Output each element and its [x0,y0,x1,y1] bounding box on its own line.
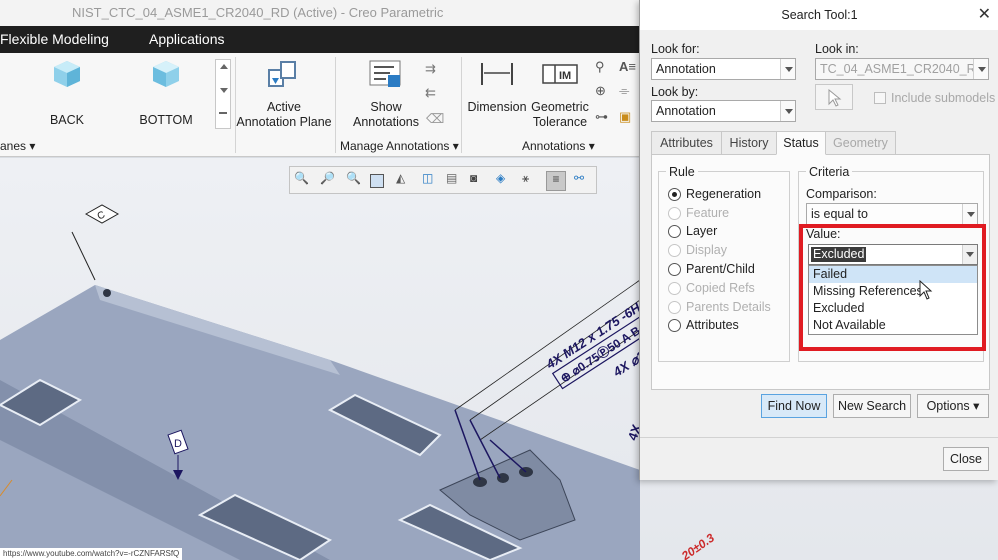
radio-button[interactable] [668,282,681,295]
include-submodels-checkbox[interactable] [874,92,886,104]
bottom-view-icon[interactable] [151,59,181,89]
display-style-icon[interactable]: ▤ [446,171,466,191]
leader-line [71,231,96,281]
include-submodels-label: Include submodels [891,91,996,105]
select-model-button[interactable] [815,84,853,110]
datum-d-label: D [174,438,182,450]
annotation-display-icon[interactable]: ≡ [546,171,566,191]
saved-views-icon[interactable]: ◫ [422,171,442,191]
dimension-icon[interactable] [479,61,515,87]
ribbon-divider [335,57,336,153]
refit-icon[interactable]: 🔍 [294,171,314,191]
planes-group-label[interactable]: anes ▾ [0,139,35,153]
bottom-view-label[interactable]: BOTTOM [138,113,194,128]
surface-finish-icon[interactable]: ⌯ [619,83,629,99]
radio-button[interactable] [668,263,681,276]
hole [103,289,111,297]
mouse-cursor-icon [919,280,933,300]
reorient-icon[interactable]: ◭ [396,171,416,191]
find-now-button[interactable]: Find Now [761,394,827,418]
chevron-up-icon[interactable] [220,64,228,69]
comparison-label: Comparison: [806,187,877,201]
annotation-plane-icon[interactable] [266,58,300,92]
chevron-down-icon[interactable] [780,59,795,79]
zoom-in-icon[interactable]: 🔎 [320,171,340,191]
geometric-tolerance-icon[interactable]: IM [541,61,579,87]
close-button[interactable]: Close [943,447,989,471]
active-annotation-plane-button[interactable]: Active Annotation Plane [236,100,332,130]
annotation-folder-icon[interactable]: ▣ [619,109,631,125]
tab-history[interactable]: History [721,131,777,155]
radio-button[interactable] [668,225,681,238]
datum-target-icon[interactable]: ⊶ [595,109,608,125]
look-by-dropdown[interactable]: Annotation [651,100,796,122]
status-url: https://www.youtube.com/watch?v=-rCZNFAR… [0,548,183,560]
look-for-label: Look for: [651,42,700,56]
symbol-icon[interactable]: ⊕ [595,83,606,99]
graphics-toolbar: 🔍 🔎 🔍 ◭ ◫ ▤ ◙ ◈ ⚹ ≡ ⚯ [289,166,597,194]
radio-button[interactable] [668,207,681,220]
highlight-annotation-box [799,224,986,351]
comparison-dropdown[interactable]: is equal to [806,203,978,225]
camera-icon[interactable]: ◙ [470,171,490,191]
radio-button[interactable] [668,301,681,314]
new-search-button[interactable]: New Search [833,394,911,418]
note-icon[interactable]: A≡ [619,59,636,74]
close-icon[interactable]: ✕ [978,0,991,30]
look-for-dropdown[interactable]: Annotation [651,58,796,80]
tab-status[interactable]: Status [776,131,826,155]
radio-button[interactable] [668,188,681,201]
dialog-title-bar: Search Tool:1 ✕ [640,0,998,30]
show-annotations-button[interactable]: Show Annotations [346,100,426,130]
annotations-group-label[interactable]: Annotations ▾ [522,139,595,153]
dimension-text: 20±0.3 [678,530,717,560]
chevron-down-icon[interactable] [973,59,988,79]
tab-geometry[interactable]: Geometry [825,131,896,155]
tab-applications[interactable]: Applications [149,26,225,53]
dialog-divider [640,437,998,438]
repaint-icon[interactable] [370,174,384,188]
arrow-pointer-icon [828,89,842,107]
radio-button[interactable] [668,244,681,257]
chevron-down-icon: ▾ [973,399,980,413]
spin-center-icon[interactable]: ⚯ [574,171,594,191]
svg-text:IM: IM [559,70,571,82]
tab-attributes[interactable]: Attributes [651,131,722,155]
dialog-title: Search Tool:1 [781,8,858,22]
window-title: NIST_CTC_04_ASME1_CR2040_RD (Active) - C… [72,5,444,20]
chevron-down-icon[interactable] [962,204,977,224]
datum-display-icon[interactable]: ⚹ [522,171,542,191]
tab-flexible-modeling[interactable]: Flexible Modeling [0,26,109,53]
section-icon[interactable]: ◈ [496,171,516,191]
back-view-icon[interactable] [52,59,82,89]
geometric-tolerance-button[interactable]: Geometric Tolerance [529,100,591,130]
chevron-down-icon[interactable] [780,101,795,121]
rule-radio-list: Regeneration Feature Layer Display Paren… [668,186,786,356]
eraser-icon[interactable]: ⌫ [426,111,444,127]
chevron-down-icon[interactable] [220,88,228,93]
datum-feature-icon[interactable]: ⚲ [595,59,605,75]
look-in-dropdown[interactable]: TC_04_ASME1_CR2040_RD.PRT [815,58,989,80]
search-tool-dialog: Search Tool:1 ✕ Look for: Annotation Loo… [639,0,998,480]
back-view-label[interactable]: BACK [44,113,90,128]
show-annotations-icon[interactable] [368,57,404,91]
options-button[interactable]: Options ▾ [917,394,989,418]
radio-button[interactable] [668,319,681,332]
criteria-group-title: Criteria [806,165,853,179]
manage-annotations-group-label[interactable]: Manage Annotations ▾ [340,139,459,153]
arrows-left-icon[interactable]: ⇇ [425,85,436,101]
rule-group-title: Rule [666,165,698,179]
look-in-label: Look in: [815,42,859,56]
look-by-label: Look by: [651,85,699,99]
gallery-more-icon[interactable] [219,112,227,114]
arrows-right-icon[interactable]: ⇉ [425,61,436,77]
view-gallery-scroll[interactable] [215,59,231,129]
ribbon-divider [461,57,462,153]
dimension-button[interactable]: Dimension [466,100,528,115]
zoom-out-icon[interactable]: 🔍 [346,171,366,191]
